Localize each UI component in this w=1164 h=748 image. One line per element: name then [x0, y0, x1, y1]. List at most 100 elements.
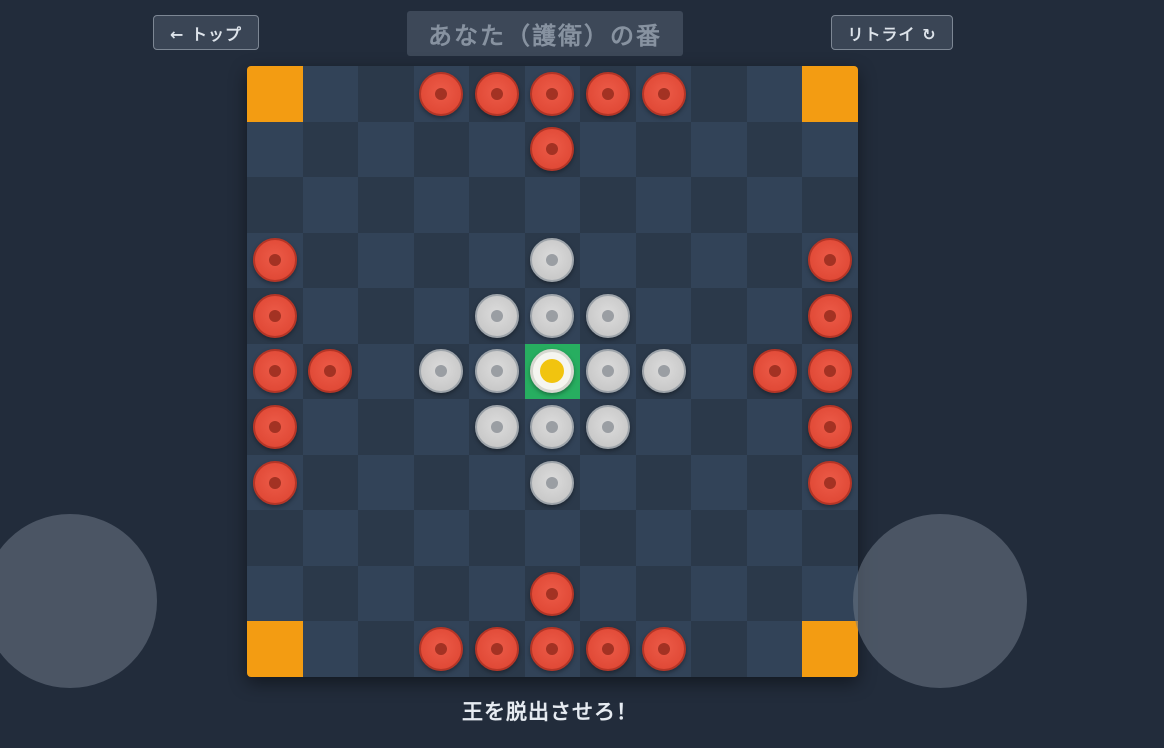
board-cell[interactable] [802, 565, 858, 622]
defender-piece[interactable] [586, 405, 631, 450]
board-cell[interactable] [802, 177, 858, 233]
board-cell[interactable] [746, 232, 803, 289]
board-cell[interactable] [746, 288, 803, 344]
board-cell[interactable] [524, 454, 581, 511]
board-cell[interactable] [358, 177, 414, 233]
board-cell[interactable] [580, 510, 636, 566]
board-cell[interactable] [580, 565, 636, 622]
board-cell[interactable] [580, 66, 636, 122]
attacker-piece[interactable] [419, 627, 464, 672]
board-cell[interactable] [302, 121, 359, 178]
board-cell[interactable] [580, 177, 636, 233]
defender-piece[interactable] [530, 238, 575, 283]
board-cell[interactable] [746, 121, 803, 178]
board-cell[interactable] [746, 565, 803, 622]
board-cell[interactable] [746, 66, 803, 122]
board-cell[interactable] [746, 621, 803, 677]
board-cell[interactable] [691, 510, 747, 566]
board-cell[interactable] [580, 288, 636, 344]
board-cell[interactable] [247, 121, 303, 178]
board-cell[interactable] [691, 621, 747, 677]
attacker-piece[interactable] [419, 71, 464, 116]
board-cell[interactable] [802, 121, 858, 178]
defender-piece[interactable] [641, 349, 686, 394]
board-cell[interactable] [358, 288, 414, 344]
attacker-piece[interactable] [252, 460, 297, 505]
board-cell[interactable] [635, 121, 692, 178]
attacker-piece[interactable] [252, 293, 297, 338]
board-cell[interactable] [691, 454, 747, 511]
board-cell[interactable] [524, 565, 581, 622]
board-cell[interactable] [635, 232, 692, 289]
board-cell[interactable] [413, 343, 470, 400]
board-cell[interactable] [802, 399, 858, 455]
board-cell[interactable] [413, 66, 470, 122]
board-cell[interactable] [413, 454, 470, 511]
defender-piece[interactable] [474, 293, 519, 338]
board-cell[interactable] [358, 621, 414, 677]
board-cell[interactable] [469, 177, 525, 233]
board-cell[interactable] [524, 510, 581, 566]
board-cell[interactable] [413, 177, 470, 233]
attacker-piece[interactable] [808, 349, 853, 394]
board-cell[interactable] [413, 621, 470, 677]
board-cell[interactable] [746, 510, 803, 566]
board-cell[interactable] [469, 399, 525, 455]
board-cell[interactable] [247, 288, 303, 344]
board-cell[interactable] [802, 454, 858, 511]
defender-piece[interactable] [474, 349, 519, 394]
board-cell[interactable] [247, 510, 303, 566]
defender-piece[interactable] [419, 349, 464, 394]
board-cell[interactable] [746, 343, 803, 400]
board-cell[interactable] [580, 621, 636, 677]
board-cell[interactable] [746, 399, 803, 455]
board-cell[interactable] [302, 66, 359, 122]
board-cell[interactable] [358, 232, 414, 289]
board-cell[interactable] [302, 399, 359, 455]
board-cell[interactable] [691, 565, 747, 622]
board-cell[interactable] [302, 621, 359, 677]
attacker-piece[interactable] [308, 349, 353, 394]
board-cell[interactable] [802, 343, 858, 400]
board-cell[interactable] [469, 288, 525, 344]
board-cell[interactable] [802, 288, 858, 344]
board-cell[interactable] [302, 454, 359, 511]
board-cell[interactable] [524, 621, 581, 677]
board-cell[interactable] [524, 399, 581, 455]
board-cell[interactable] [302, 177, 359, 233]
board-cell[interactable] [691, 66, 747, 122]
attacker-piece[interactable] [808, 238, 853, 283]
board-cell[interactable] [746, 454, 803, 511]
attacker-piece[interactable] [641, 627, 686, 672]
board-cell[interactable] [413, 121, 470, 178]
retry-button[interactable]: リトライ ↻ [831, 15, 953, 50]
attacker-piece[interactable] [252, 405, 297, 450]
board-cell[interactable] [247, 454, 303, 511]
board-cell[interactable] [469, 621, 525, 677]
board-cell[interactable] [247, 565, 303, 622]
board-cell[interactable] [580, 232, 636, 289]
attacker-piece[interactable] [586, 627, 631, 672]
attacker-piece[interactable] [530, 127, 575, 172]
board-cell[interactable] [469, 565, 525, 622]
board-cell[interactable] [247, 232, 303, 289]
board-cell[interactable] [302, 288, 359, 344]
board-cell[interactable] [580, 343, 636, 400]
board-cell[interactable] [635, 454, 692, 511]
board-cell[interactable] [691, 399, 747, 455]
board-cell[interactable] [358, 399, 414, 455]
attacker-piece[interactable] [474, 627, 519, 672]
board-cell[interactable] [691, 343, 747, 400]
board-cell[interactable] [358, 121, 414, 178]
defender-piece[interactable] [530, 405, 575, 450]
board-cell[interactable] [635, 177, 692, 233]
board-cell[interactable] [635, 343, 692, 400]
board-cell[interactable] [746, 177, 803, 233]
board-cell[interactable] [247, 343, 303, 400]
board-cell[interactable] [691, 288, 747, 344]
board-cell[interactable] [635, 510, 692, 566]
board-cell[interactable] [802, 232, 858, 289]
defender-piece[interactable] [586, 349, 631, 394]
attacker-piece[interactable] [752, 349, 797, 394]
board-cell[interactable] [580, 454, 636, 511]
